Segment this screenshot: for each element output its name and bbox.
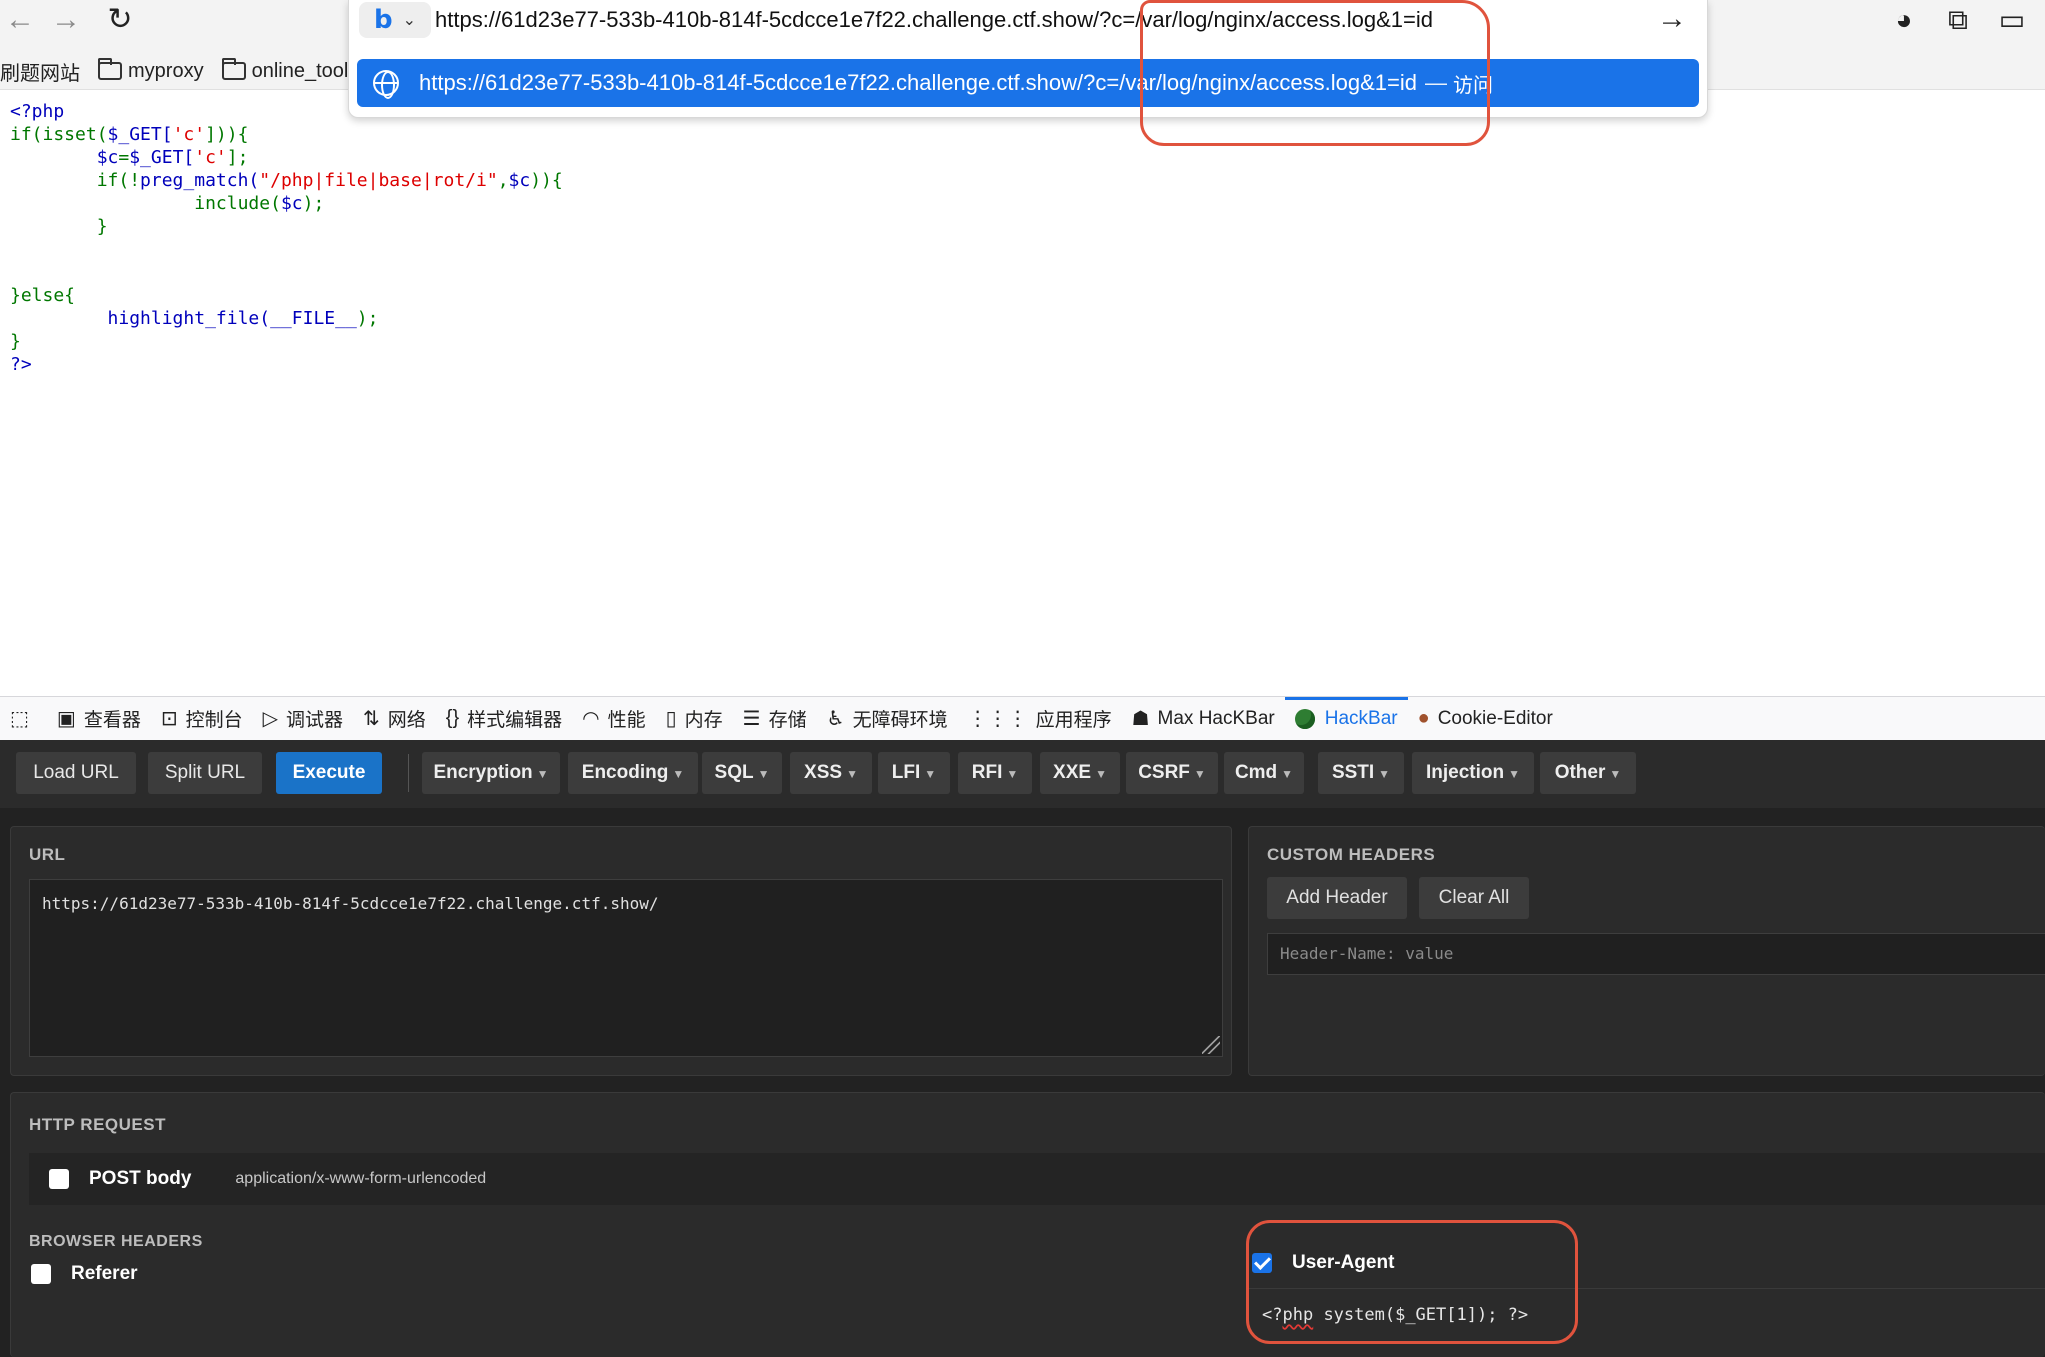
folder-icon (221, 58, 246, 80)
browser-headers-title: BROWSER HEADERS (29, 1233, 203, 1250)
devtools-tab-bar: ⬚ ▣ 查看器 ⊡ 控制台 ▷ 调试器 ⇅ 网络 {} 样式编辑器 ◠ 性能 ▯ 内存 ☰ 存储… (0, 696, 2045, 740)
split-url-button[interactable]: Split URL (148, 752, 262, 794)
caret-down-icon: ▼ (924, 767, 937, 781)
caret-down-icon: ▼ (1378, 767, 1391, 781)
bookmark-folder-myproxy[interactable]: myproxy (98, 58, 204, 83)
caret-down-icon: ▼ (1193, 767, 1206, 781)
element-picker[interactable]: ⬚ (0, 697, 47, 741)
inspector-icon: ▣ (56, 708, 76, 730)
menu-rfi[interactable]: RFI ▼ (958, 752, 1032, 794)
caret-down-icon: ▼ (1006, 767, 1019, 781)
chip-icon: ▯ (665, 708, 677, 730)
menu-sql[interactable]: SQL ▼ (702, 752, 782, 794)
cursor-picker-icon: ⬚ (10, 708, 29, 730)
php-source-code: <?php if(isset($_GET['c'])){ $c=$_GET['c… (10, 101, 563, 375)
post-body-row: POST body application/x-www-form-urlenco… (29, 1153, 2045, 1205)
tab-network[interactable]: ⇅ 网络 (353, 697, 436, 741)
execute-button[interactable]: Execute (276, 752, 382, 794)
tab-storage[interactable]: ☰ 存储 (733, 697, 817, 741)
gauge-icon: ◠ (582, 708, 600, 730)
caret-down-icon: ▼ (672, 767, 685, 781)
tab-memory[interactable]: ▯ 内存 (656, 697, 733, 741)
tab-console[interactable]: ⊡ 控制台 (151, 697, 253, 741)
menu-encoding[interactable]: Encoding ▼ (568, 752, 698, 794)
debugger-icon: ▷ (262, 708, 278, 730)
custom-headers-title: CUSTOM HEADERS (1267, 845, 1436, 864)
caret-down-icon: ▼ (1281, 767, 1294, 781)
referer-row: Referer (11, 1263, 138, 1285)
extensions-icon[interactable]: ⧉ (1938, 2, 1978, 38)
back-icon[interactable]: ← (0, 2, 40, 38)
annotation-highlight-url (1140, 0, 1490, 146)
caret-down-icon: ▼ (1609, 767, 1622, 781)
console-icon: ⊡ (160, 708, 178, 730)
bing-icon: b (373, 5, 393, 35)
menu-other[interactable]: Other ▼ (1540, 752, 1636, 794)
globe-icon (373, 70, 399, 99)
bookmark-folder-online-tools[interactable]: online_tools (221, 58, 358, 83)
menu-lfi[interactable]: LFI ▼ (878, 752, 950, 794)
menu-cmd[interactable]: Cmd ▼ (1224, 752, 1304, 794)
http-request-panel: HTTP REQUEST POST body application/x-www… (10, 1092, 2045, 1357)
post-body-content-type[interactable]: application/x-www-form-urlencoded (235, 1170, 486, 1188)
hackbar-panel: Load URL Split URL Execute Encryption ▼ E… (0, 740, 2045, 1357)
toolbar-divider (408, 754, 409, 792)
resize-grip-icon[interactable] (1202, 1036, 1220, 1054)
accessibility-icon: ♿ (826, 708, 845, 730)
url-panel: URL https://61d23e77-533b-410b-814f-5cdc… (10, 826, 1232, 1076)
network-arrows-icon: ⇅ (363, 708, 380, 730)
load-url-button[interactable]: Load URL (16, 752, 136, 794)
referer-label: Referer (71, 1263, 138, 1284)
tab-inspector[interactable]: ▣ 查看器 (47, 697, 151, 741)
annotation-highlight-user-agent (1246, 1220, 1578, 1344)
hackbar-logo-icon (1294, 708, 1315, 729)
folder-icon (98, 58, 122, 80)
forward-icon[interactable]: → (46, 2, 86, 38)
bookmarks-bar: 刷题网站 myproxy online_tools (0, 56, 376, 86)
search-engine-selector[interactable]: b ⌄ (359, 2, 431, 38)
caret-down-icon: ▼ (846, 767, 858, 781)
reload-icon[interactable]: ↻ (100, 2, 140, 38)
menu-xss[interactable]: XSS ▼ (790, 752, 872, 794)
menu-encryption[interactable]: Encryption ▼ (422, 752, 560, 794)
custom-headers-panel: CUSTOM HEADERS Add Header Clear All Head… (1248, 826, 2045, 1076)
tab-accessibility[interactable]: ♿ 无障碍环境 (817, 697, 958, 741)
grid-icon: ⋮⋮⋮ (967, 708, 1028, 730)
header-input[interactable]: Header-Name: value (1267, 933, 2045, 975)
add-header-button[interactable]: Add Header (1267, 877, 1407, 919)
bookmark-item[interactable]: 刷题网站 (0, 57, 80, 86)
caret-down-icon: ▼ (1095, 767, 1107, 781)
tab-max-hackbar[interactable]: ☗ Max HacKBar (1122, 697, 1285, 741)
tab-manager-icon[interactable]: ▭ (1992, 2, 2032, 38)
braces-icon: {} (445, 707, 460, 729)
go-arrow-icon[interactable]: → (1657, 0, 1687, 40)
storage-icon: ☰ (742, 708, 761, 730)
tab-style-editor[interactable]: {} 样式编辑器 (436, 697, 572, 741)
menu-csrf[interactable]: CSRF ▼ (1126, 752, 1218, 794)
tab-cookie-editor[interactable]: ● Cookie-Editor (1408, 697, 1563, 741)
tab-debugger[interactable]: ▷ 调试器 (253, 697, 353, 741)
referer-checkbox[interactable] (31, 1264, 51, 1284)
tab-application[interactable]: ⋮⋮⋮ 应用程序 (958, 697, 1122, 741)
post-body-label: POST body (89, 1168, 192, 1189)
tab-performance[interactable]: ◠ 性能 (572, 697, 655, 741)
hacker-icon: ☗ (1131, 708, 1150, 730)
clear-all-button[interactable]: Clear All (1419, 877, 1529, 919)
tab-hackbar[interactable]: HackBar (1284, 696, 1408, 741)
caret-down-icon: ▼ (757, 767, 770, 781)
cookie-icon: ● (1417, 707, 1430, 729)
url-panel-title: URL (29, 845, 66, 864)
http-request-title: HTTP REQUEST (29, 1115, 166, 1134)
menu-xxe[interactable]: XXE ▼ (1040, 752, 1120, 794)
menu-ssti[interactable]: SSTI ▼ (1318, 752, 1404, 794)
caret-down-icon: ▼ (1508, 767, 1520, 781)
chevron-down-icon: ⌄ (402, 12, 417, 29)
extension-ghost-icon[interactable]: ◕ (1884, 2, 1924, 38)
caret-down-icon: ▼ (536, 767, 549, 781)
post-body-checkbox[interactable] (49, 1169, 69, 1189)
hackbar-toolbar: Load URL Split URL Execute Encryption ▼ E… (0, 740, 2045, 808)
menu-injection[interactable]: Injection ▼ (1412, 752, 1534, 794)
url-textarea[interactable]: https://61d23e77-533b-410b-814f-5cdcce1e… (29, 879, 1223, 1057)
